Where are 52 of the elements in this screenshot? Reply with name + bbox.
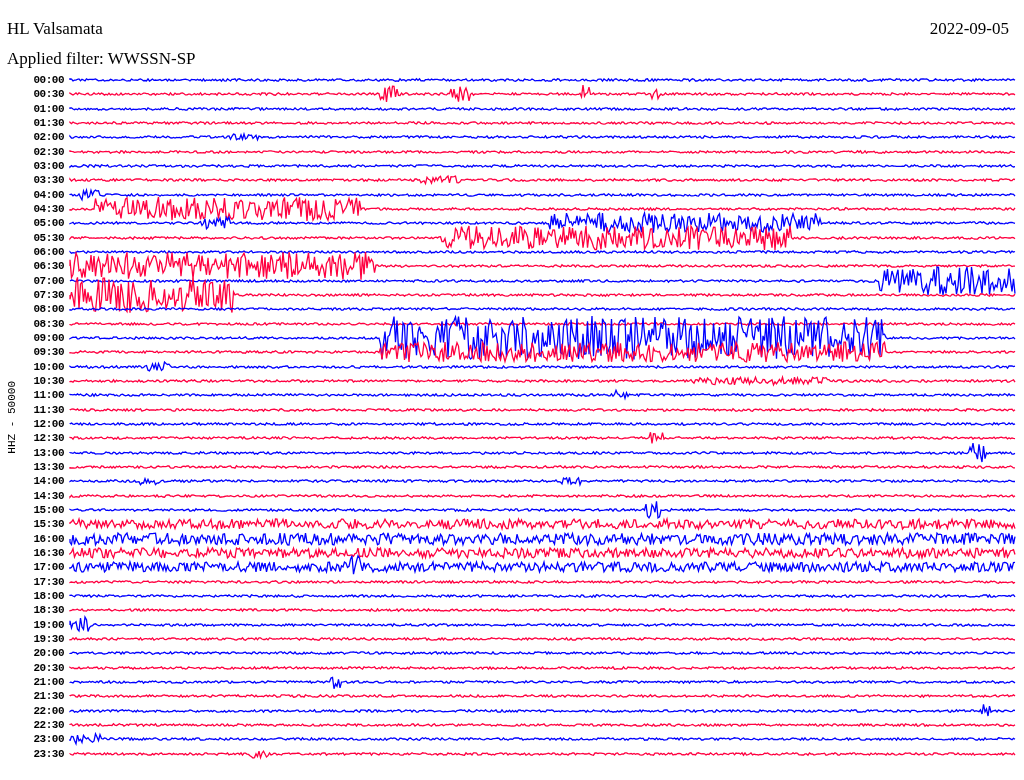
time-label: 07:00 [32, 274, 64, 287]
time-label: 16:00 [32, 532, 64, 545]
time-label: 05:30 [32, 231, 64, 244]
date-label: 2022-09-05 [929, 18, 1010, 40]
time-label: 04:30 [32, 203, 64, 216]
time-label: 07:30 [32, 289, 64, 302]
time-label: 17:00 [32, 561, 64, 574]
time-label: 13:00 [32, 446, 64, 459]
time-label: 19:30 [32, 632, 64, 645]
time-label: 08:00 [32, 303, 64, 316]
filter-label: Applied filter: WWSSN-SP [7, 49, 196, 68]
time-label: 23:00 [32, 733, 64, 746]
axis-label: HHZ - 50000 [4, 380, 19, 454]
time-label: 10:30 [32, 375, 64, 388]
time-label: 08:30 [32, 317, 64, 330]
time-label: 02:30 [32, 145, 64, 158]
time-label: 22:00 [32, 704, 64, 717]
time-label: 23:30 [32, 747, 64, 760]
time-label: 09:30 [32, 346, 64, 359]
time-label: 18:30 [32, 604, 64, 617]
time-label: 11:00 [32, 389, 64, 402]
time-label: 03:00 [32, 160, 64, 173]
time-label: 11:30 [32, 403, 64, 416]
time-label: 06:00 [32, 246, 64, 259]
time-label: 12:00 [32, 418, 64, 431]
time-label: 14:30 [32, 489, 64, 502]
time-label: 22:30 [32, 718, 64, 731]
time-label: 19:00 [32, 618, 64, 631]
time-label: 21:30 [32, 690, 64, 703]
time-label: 20:00 [32, 647, 64, 660]
time-label: 00:30 [32, 88, 64, 101]
time-label: 21:00 [32, 675, 64, 688]
time-label: 13:30 [32, 461, 64, 473]
time-label: 14:00 [32, 475, 64, 488]
time-label: 05:00 [32, 217, 64, 230]
time-label: 10:00 [32, 360, 64, 373]
time-label: 01:00 [32, 102, 64, 115]
time-label: 01:30 [32, 117, 64, 130]
time-label: 00:00 [32, 74, 64, 87]
time-label: 03:30 [32, 174, 64, 187]
time-label: 06:30 [32, 260, 64, 273]
station-title: HL Valsamata [7, 18, 103, 40]
time-label: 18:00 [32, 589, 64, 602]
time-label: 16:30 [32, 547, 64, 559]
time-label: 20:30 [32, 661, 64, 674]
time-label: 12:30 [32, 432, 64, 445]
time-label: 15:00 [32, 504, 64, 516]
time-label: 15:30 [32, 518, 64, 531]
time-label: 09:00 [32, 332, 64, 345]
time-label: 04:00 [32, 188, 64, 201]
time-label: 17:30 [32, 575, 64, 588]
time-label: 02:00 [32, 131, 64, 144]
